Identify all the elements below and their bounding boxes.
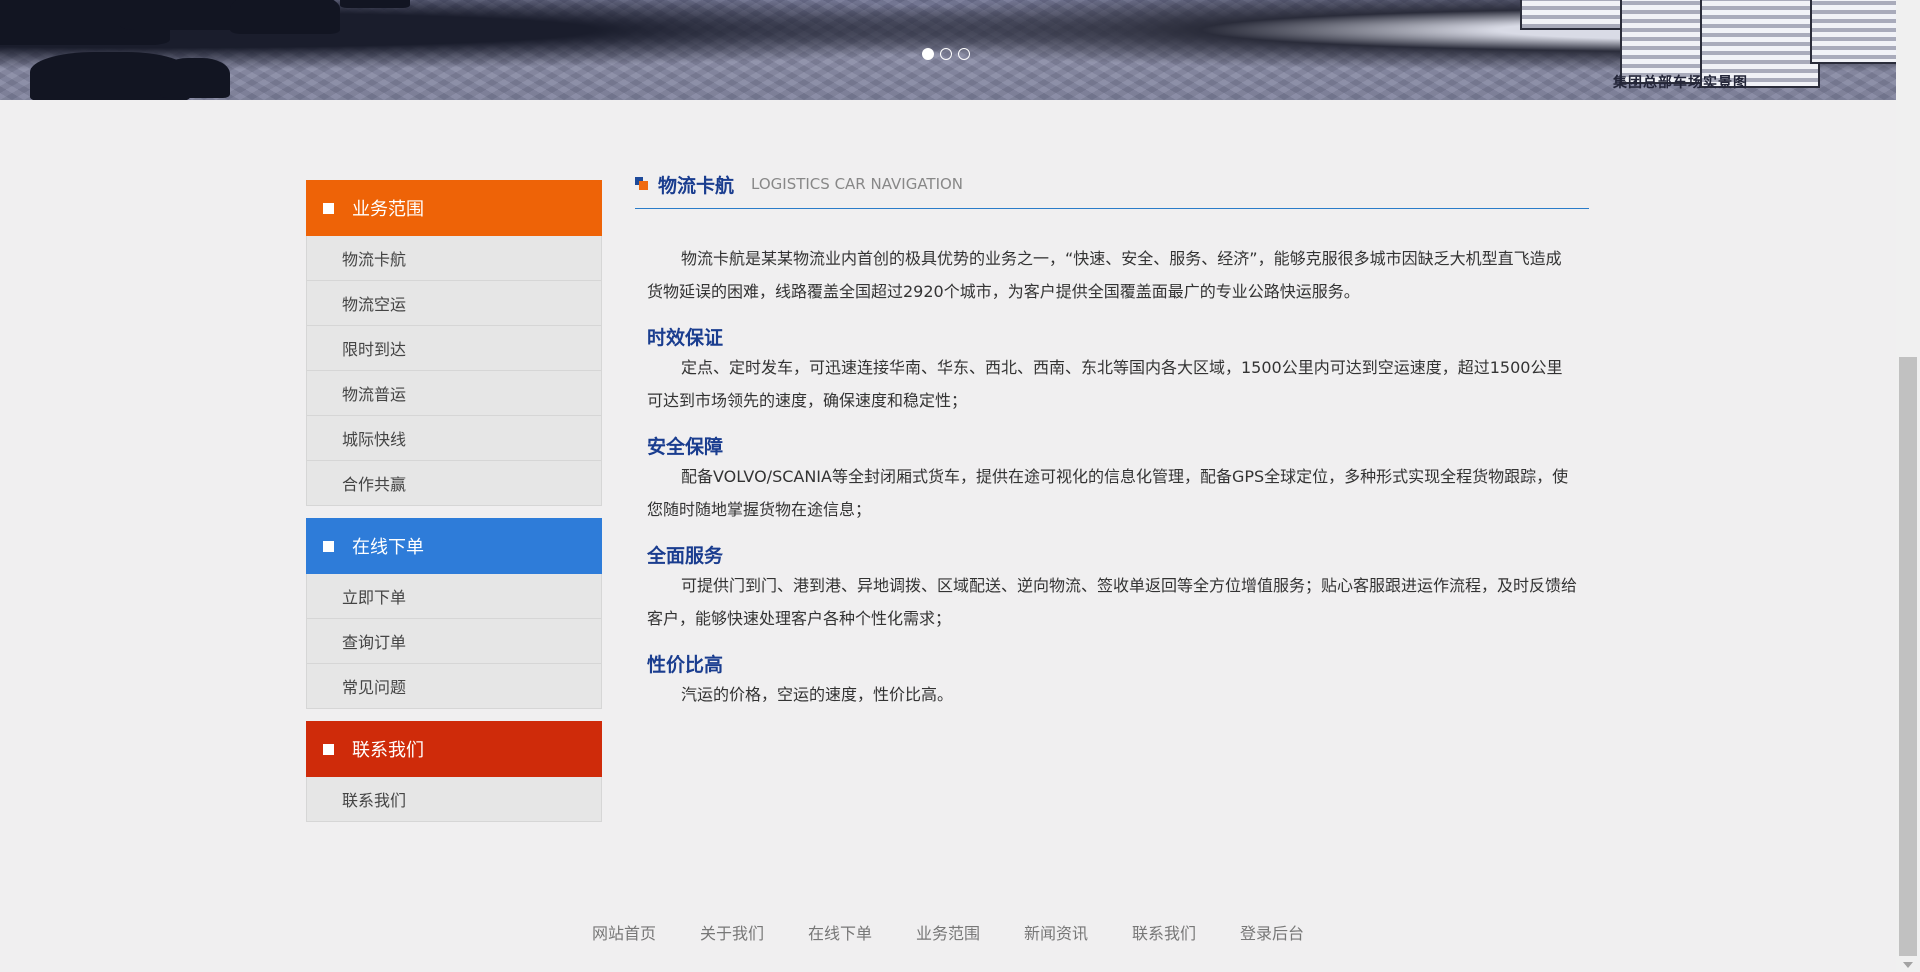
section-paragraph: 可提供门到门、港到港、异地调拨、区域配送、逆向物流、签收单返回等全方位增值服务；… (647, 576, 1578, 628)
sidebar-item-order-now[interactable]: 立即下单 (306, 574, 602, 619)
section-heading: 全面服务 (647, 545, 724, 567)
section-heading: 时效保证 (647, 327, 724, 349)
section-paragraph: 汽运的价格，空运的速度，性价比高。 (681, 685, 954, 704)
sidebar-item-standard-freight[interactable]: 物流普运 (306, 371, 602, 416)
banner-car-shape (340, 0, 410, 8)
section-heading: 安全保障 (647, 436, 724, 458)
square-icon (323, 743, 334, 755)
page-scrollbar[interactable] (1896, 0, 1920, 972)
section-paragraph: 配备VOLVO/SCANIA等全封闭厢式货车，提供在途可视化的信息化管理，配备G… (647, 467, 1569, 519)
banner-truck-shape (1520, 0, 1630, 30)
footer-link-business[interactable]: 业务范围 (916, 920, 980, 944)
sidebar-item-faq[interactable]: 常见问题 (306, 664, 602, 709)
footer-link-admin-login[interactable]: 登录后台 (1240, 920, 1304, 944)
square-icon (323, 540, 334, 552)
sidebar-item-air-freight[interactable]: 物流空运 (306, 281, 602, 326)
page-title: 物流卡航 (658, 174, 735, 197)
sidebar-header-label: 在线下单 (352, 537, 424, 558)
banner-caption: 集团总部车场实景图 (1613, 75, 1748, 91)
sidebar-item-intercity-express[interactable]: 城际快线 (306, 416, 602, 461)
sidebar-item-truck-line[interactable]: 物流卡航 (306, 236, 602, 281)
banner-car-shape (230, 0, 340, 34)
footer-link-contact[interactable]: 联系我们 (1132, 920, 1196, 944)
sidebar-section-business: 业务范围 物流卡航 物流空运 限时到达 物流普运 城际快线 合作共赢 (306, 180, 602, 506)
sidebar-item-track-order[interactable]: 查询订单 (306, 619, 602, 664)
main-content: 物流卡航 LOGISTICS CAR NAVIGATION 物流卡航是某某物流业… (635, 164, 1589, 711)
sidebar: 业务范围 物流卡航 物流空运 限时到达 物流普运 城际快线 合作共赢 在线下单 … (306, 180, 602, 834)
sidebar-item-contact-us[interactable]: 联系我们 (306, 777, 602, 822)
sidebar-header-contact[interactable]: 联系我们 (306, 721, 602, 777)
intro-paragraph: 物流卡航是某某物流业内首创的极具优势的业务之一，“快速、安全、服务、经济”，能够… (647, 249, 1562, 301)
sidebar-header-online-order[interactable]: 在线下单 (306, 518, 602, 574)
sidebar-section-online-order: 在线下单 立即下单 查询订单 常见问题 (306, 518, 602, 709)
sidebar-header-business[interactable]: 业务范围 (306, 180, 602, 236)
carousel-dot-3[interactable] (958, 48, 970, 60)
title-square-icon (635, 177, 649, 191)
footer-link-about[interactable]: 关于我们 (700, 920, 764, 944)
footer-link-news[interactable]: 新闻资讯 (1024, 920, 1088, 944)
sidebar-header-label: 联系我们 (352, 740, 424, 761)
carousel-dots (922, 48, 970, 60)
carousel-dot-1[interactable] (922, 48, 934, 60)
square-icon (323, 202, 334, 214)
section-heading: 性价比高 (647, 654, 724, 676)
scrollbar-thumb[interactable] (1899, 357, 1917, 956)
footer-link-online-order[interactable]: 在线下单 (808, 920, 872, 944)
hero-banner: 集团总部车场实景图 (0, 0, 1896, 100)
sidebar-header-label: 业务范围 (352, 199, 424, 220)
sidebar-item-timed-delivery[interactable]: 限时到达 (306, 326, 602, 371)
page-title-bar: 物流卡航 LOGISTICS CAR NAVIGATION (635, 164, 1589, 209)
footer-link-home[interactable]: 网站首页 (592, 920, 656, 944)
carousel-dot-2[interactable] (940, 48, 952, 60)
footer-nav: 网站首页 关于我们 在线下单 业务范围 新闻资讯 联系我们 登录后台 (0, 920, 1896, 944)
sidebar-item-cooperation[interactable]: 合作共赢 (306, 461, 602, 506)
page-subtitle: LOGISTICS CAR NAVIGATION (751, 175, 964, 193)
scroll-down-arrow-icon[interactable] (1903, 962, 1913, 968)
section-paragraph: 定点、定时发车，可迅速连接华南、华东、西北、西南、东北等国内各大区域，1500公… (647, 358, 1563, 410)
banner-car-shape (160, 58, 230, 98)
article-body: 物流卡航是某某物流业内首创的极具优势的业务之一，“快速、安全、服务、经济”，能够… (635, 242, 1589, 711)
banner-truck-shape (1810, 0, 1896, 64)
sidebar-section-contact: 联系我们 联系我们 (306, 721, 602, 822)
